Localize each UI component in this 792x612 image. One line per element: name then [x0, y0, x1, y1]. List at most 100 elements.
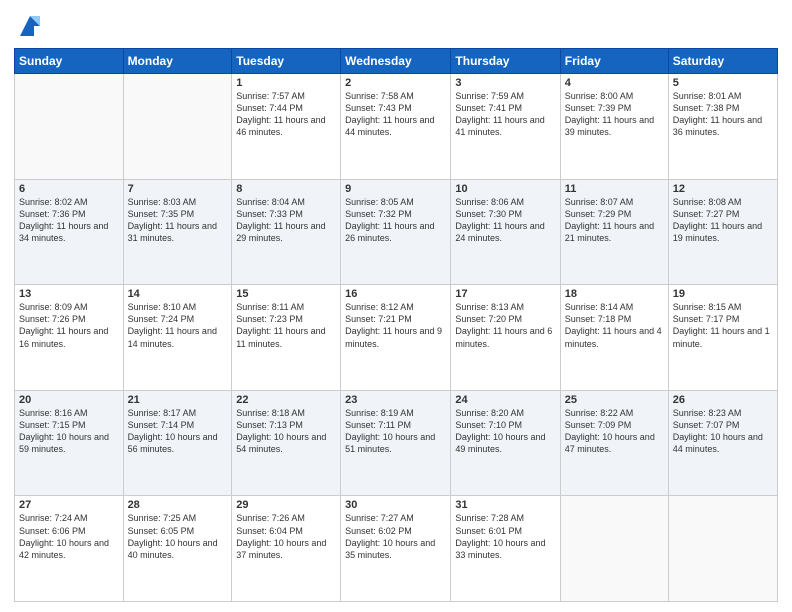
day-number: 14: [128, 288, 228, 300]
calendar-cell: 27Sunrise: 7:24 AM Sunset: 6:06 PM Dayli…: [15, 496, 124, 602]
calendar-cell: 3Sunrise: 7:59 AM Sunset: 7:41 PM Daylig…: [451, 74, 560, 180]
day-info: Sunrise: 8:14 AM Sunset: 7:18 PM Dayligh…: [565, 301, 664, 350]
calendar-cell: 30Sunrise: 7:27 AM Sunset: 6:02 PM Dayli…: [341, 496, 451, 602]
day-info: Sunrise: 7:58 AM Sunset: 7:43 PM Dayligh…: [345, 90, 446, 139]
calendar-cell: 26Sunrise: 8:23 AM Sunset: 7:07 PM Dayli…: [668, 390, 777, 496]
calendar-cell: 14Sunrise: 8:10 AM Sunset: 7:24 PM Dayli…: [123, 285, 232, 391]
day-number: 28: [128, 499, 228, 511]
day-number: 7: [128, 183, 228, 195]
calendar-cell: 10Sunrise: 8:06 AM Sunset: 7:30 PM Dayli…: [451, 179, 560, 285]
day-number: 30: [345, 499, 446, 511]
day-number: 25: [565, 394, 664, 406]
calendar-cell: 1Sunrise: 7:57 AM Sunset: 7:44 PM Daylig…: [232, 74, 341, 180]
day-number: 17: [455, 288, 555, 300]
day-number: 27: [19, 499, 119, 511]
day-info: Sunrise: 8:12 AM Sunset: 7:21 PM Dayligh…: [345, 301, 446, 350]
weekday-header: Monday: [123, 49, 232, 74]
day-number: 19: [673, 288, 773, 300]
weekday-header-row: SundayMondayTuesdayWednesdayThursdayFrid…: [15, 49, 778, 74]
calendar-cell: 25Sunrise: 8:22 AM Sunset: 7:09 PM Dayli…: [560, 390, 668, 496]
day-info: Sunrise: 7:27 AM Sunset: 6:02 PM Dayligh…: [345, 512, 446, 561]
calendar-cell: 6Sunrise: 8:02 AM Sunset: 7:36 PM Daylig…: [15, 179, 124, 285]
calendar-cell: 23Sunrise: 8:19 AM Sunset: 7:11 PM Dayli…: [341, 390, 451, 496]
day-info: Sunrise: 8:04 AM Sunset: 7:33 PM Dayligh…: [236, 196, 336, 245]
calendar-cell: 7Sunrise: 8:03 AM Sunset: 7:35 PM Daylig…: [123, 179, 232, 285]
day-number: 6: [19, 183, 119, 195]
day-info: Sunrise: 8:13 AM Sunset: 7:20 PM Dayligh…: [455, 301, 555, 350]
day-number: 8: [236, 183, 336, 195]
day-number: 12: [673, 183, 773, 195]
day-number: 15: [236, 288, 336, 300]
day-number: 21: [128, 394, 228, 406]
day-number: 5: [673, 77, 773, 89]
calendar-week-row: 1Sunrise: 7:57 AM Sunset: 7:44 PM Daylig…: [15, 74, 778, 180]
day-number: 4: [565, 77, 664, 89]
day-number: 16: [345, 288, 446, 300]
calendar-cell: [668, 496, 777, 602]
calendar-cell: [123, 74, 232, 180]
calendar-cell: 13Sunrise: 8:09 AM Sunset: 7:26 PM Dayli…: [15, 285, 124, 391]
weekday-header: Tuesday: [232, 49, 341, 74]
logo: [14, 14, 44, 40]
calendar-cell: 22Sunrise: 8:18 AM Sunset: 7:13 PM Dayli…: [232, 390, 341, 496]
day-number: 9: [345, 183, 446, 195]
day-number: 18: [565, 288, 664, 300]
day-info: Sunrise: 8:16 AM Sunset: 7:15 PM Dayligh…: [19, 407, 119, 456]
calendar-cell: 5Sunrise: 8:01 AM Sunset: 7:38 PM Daylig…: [668, 74, 777, 180]
day-number: 26: [673, 394, 773, 406]
calendar-cell: 19Sunrise: 8:15 AM Sunset: 7:17 PM Dayli…: [668, 285, 777, 391]
day-info: Sunrise: 8:06 AM Sunset: 7:30 PM Dayligh…: [455, 196, 555, 245]
calendar: SundayMondayTuesdayWednesdayThursdayFrid…: [14, 48, 778, 602]
day-info: Sunrise: 8:19 AM Sunset: 7:11 PM Dayligh…: [345, 407, 446, 456]
day-number: 1: [236, 77, 336, 89]
day-number: 22: [236, 394, 336, 406]
calendar-cell: 24Sunrise: 8:20 AM Sunset: 7:10 PM Dayli…: [451, 390, 560, 496]
day-info: Sunrise: 8:23 AM Sunset: 7:07 PM Dayligh…: [673, 407, 773, 456]
calendar-week-row: 27Sunrise: 7:24 AM Sunset: 6:06 PM Dayli…: [15, 496, 778, 602]
day-number: 20: [19, 394, 119, 406]
calendar-cell: 2Sunrise: 7:58 AM Sunset: 7:43 PM Daylig…: [341, 74, 451, 180]
calendar-cell: 12Sunrise: 8:08 AM Sunset: 7:27 PM Dayli…: [668, 179, 777, 285]
day-info: Sunrise: 7:25 AM Sunset: 6:05 PM Dayligh…: [128, 512, 228, 561]
day-info: Sunrise: 8:03 AM Sunset: 7:35 PM Dayligh…: [128, 196, 228, 245]
calendar-cell: 8Sunrise: 8:04 AM Sunset: 7:33 PM Daylig…: [232, 179, 341, 285]
calendar-cell: 28Sunrise: 7:25 AM Sunset: 6:05 PM Dayli…: [123, 496, 232, 602]
calendar-week-row: 13Sunrise: 8:09 AM Sunset: 7:26 PM Dayli…: [15, 285, 778, 391]
calendar-cell: 29Sunrise: 7:26 AM Sunset: 6:04 PM Dayli…: [232, 496, 341, 602]
calendar-week-row: 6Sunrise: 8:02 AM Sunset: 7:36 PM Daylig…: [15, 179, 778, 285]
day-info: Sunrise: 8:18 AM Sunset: 7:13 PM Dayligh…: [236, 407, 336, 456]
calendar-cell: 21Sunrise: 8:17 AM Sunset: 7:14 PM Dayli…: [123, 390, 232, 496]
weekday-header: Saturday: [668, 49, 777, 74]
page: SundayMondayTuesdayWednesdayThursdayFrid…: [0, 0, 792, 612]
weekday-header: Friday: [560, 49, 668, 74]
calendar-cell: 18Sunrise: 8:14 AM Sunset: 7:18 PM Dayli…: [560, 285, 668, 391]
day-number: 29: [236, 499, 336, 511]
day-number: 2: [345, 77, 446, 89]
day-number: 13: [19, 288, 119, 300]
day-info: Sunrise: 7:26 AM Sunset: 6:04 PM Dayligh…: [236, 512, 336, 561]
calendar-cell: 11Sunrise: 8:07 AM Sunset: 7:29 PM Dayli…: [560, 179, 668, 285]
day-info: Sunrise: 8:01 AM Sunset: 7:38 PM Dayligh…: [673, 90, 773, 139]
day-info: Sunrise: 7:24 AM Sunset: 6:06 PM Dayligh…: [19, 512, 119, 561]
day-info: Sunrise: 8:09 AM Sunset: 7:26 PM Dayligh…: [19, 301, 119, 350]
day-info: Sunrise: 8:10 AM Sunset: 7:24 PM Dayligh…: [128, 301, 228, 350]
day-info: Sunrise: 8:22 AM Sunset: 7:09 PM Dayligh…: [565, 407, 664, 456]
calendar-cell: 16Sunrise: 8:12 AM Sunset: 7:21 PM Dayli…: [341, 285, 451, 391]
day-info: Sunrise: 8:15 AM Sunset: 7:17 PM Dayligh…: [673, 301, 773, 350]
day-info: Sunrise: 7:28 AM Sunset: 6:01 PM Dayligh…: [455, 512, 555, 561]
calendar-cell: [560, 496, 668, 602]
day-info: Sunrise: 8:05 AM Sunset: 7:32 PM Dayligh…: [345, 196, 446, 245]
calendar-cell: [15, 74, 124, 180]
day-number: 3: [455, 77, 555, 89]
weekday-header: Sunday: [15, 49, 124, 74]
calendar-cell: 15Sunrise: 8:11 AM Sunset: 7:23 PM Dayli…: [232, 285, 341, 391]
weekday-header: Wednesday: [341, 49, 451, 74]
header: [14, 10, 778, 40]
day-number: 24: [455, 394, 555, 406]
weekday-header: Thursday: [451, 49, 560, 74]
day-info: Sunrise: 7:59 AM Sunset: 7:41 PM Dayligh…: [455, 90, 555, 139]
day-number: 23: [345, 394, 446, 406]
calendar-cell: 9Sunrise: 8:05 AM Sunset: 7:32 PM Daylig…: [341, 179, 451, 285]
logo-icon: [16, 12, 44, 40]
day-info: Sunrise: 8:20 AM Sunset: 7:10 PM Dayligh…: [455, 407, 555, 456]
